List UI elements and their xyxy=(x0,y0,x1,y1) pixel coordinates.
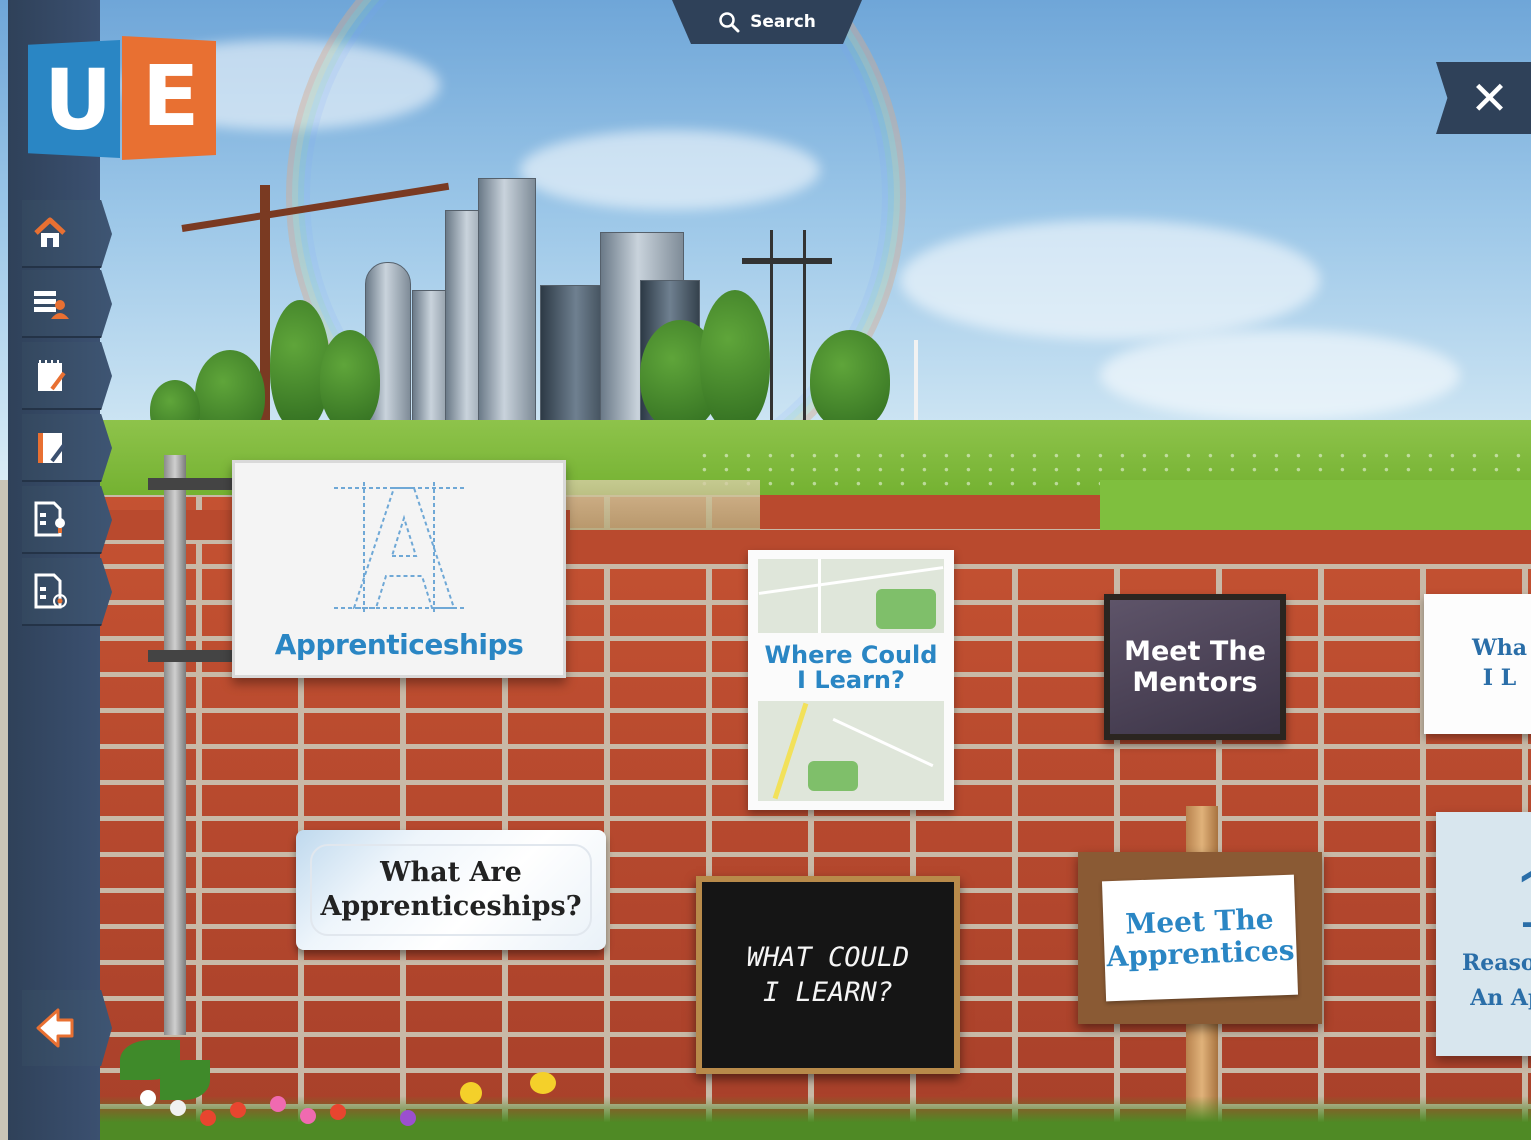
dirt-path xyxy=(560,480,760,530)
sidebar-item-notes[interactable] xyxy=(22,414,112,482)
map-park xyxy=(808,761,858,792)
map-image-bottom xyxy=(758,701,944,802)
flower xyxy=(140,1090,156,1106)
flower xyxy=(530,1072,556,1094)
flower xyxy=(330,1104,346,1120)
close-button[interactable]: ✕ xyxy=(1436,62,1531,134)
where-line-2: I Learn? xyxy=(797,666,905,694)
what-could-i-learn-chalkboard[interactable]: WHAT COULD I LEARN? xyxy=(696,876,960,1074)
building xyxy=(478,178,536,432)
profile-icon xyxy=(34,291,69,319)
document-target-icon xyxy=(34,573,67,609)
what-i-label: Wha I L xyxy=(1472,634,1527,693)
back-button[interactable] xyxy=(22,990,112,1066)
grass-behind-wall xyxy=(1100,480,1531,530)
where-could-i-learn-sign[interactable]: Where Could I Learn? xyxy=(748,550,954,810)
mentors-line-2: Mentors xyxy=(1132,667,1258,698)
sign-bracket xyxy=(148,650,232,662)
search-label: Search xyxy=(750,12,816,32)
ue-logo[interactable]: U E xyxy=(28,36,218,162)
home-icon xyxy=(34,217,66,247)
cloud xyxy=(900,220,1320,340)
map-image-top xyxy=(758,558,944,633)
logo-letter-u: U xyxy=(44,51,113,149)
sign-bracket xyxy=(148,478,232,490)
mentors-line-1: Meet The xyxy=(1124,635,1266,667)
what-are-apprenticeships-sign[interactable]: What Are Apprenticeships? xyxy=(296,830,606,950)
reasons-line-1: Reason xyxy=(1462,949,1531,976)
meet-the-apprentices-sign[interactable]: Meet The Apprentices xyxy=(1078,852,1322,1024)
document-idea-icon xyxy=(34,501,65,537)
what-i-line-1: Wha xyxy=(1472,635,1527,662)
flower xyxy=(300,1108,316,1124)
apprentices-label: Meet The Apprentices xyxy=(1105,902,1296,974)
tree xyxy=(320,330,380,430)
edit-note-icon xyxy=(38,433,66,463)
cloud xyxy=(1100,330,1460,420)
flower xyxy=(170,1100,186,1116)
chalk-line-1: WHAT COULD xyxy=(746,941,910,973)
back-arrow-icon xyxy=(36,1008,74,1048)
logo-letter-e: E xyxy=(142,47,200,145)
apprentices-card: Meet The Apprentices xyxy=(1101,874,1299,1002)
reasons-label: Reason An Ap xyxy=(1462,946,1531,1016)
map-road xyxy=(832,718,934,768)
search-icon xyxy=(719,12,740,33)
sidebar-item-home[interactable] xyxy=(22,200,112,268)
chalk-line-2: I LEARN? xyxy=(762,977,894,1008)
apprenticeships-label: Apprenticeships xyxy=(274,627,524,661)
close-icon: ✕ xyxy=(1470,71,1509,125)
map-road xyxy=(818,558,821,633)
mast-platform xyxy=(742,258,832,264)
what-i-line-2: I L xyxy=(1482,665,1517,691)
sidebar-item-notepad[interactable] xyxy=(22,342,112,410)
reasons-sign-partial[interactable]: 1 Reason An Ap xyxy=(1436,812,1531,1056)
map-road-highlight xyxy=(772,702,809,800)
leaf xyxy=(160,1060,210,1100)
chalkboard-label: WHAT COULD I LEARN? xyxy=(747,940,910,1010)
map-park xyxy=(876,588,936,629)
where-could-i-learn-label: Where Could I Learn? xyxy=(764,640,938,694)
flower xyxy=(200,1110,216,1126)
tree xyxy=(700,290,770,430)
what-are-line-2: Apprenticeships? xyxy=(320,891,582,922)
sidebar-item-profile[interactable] xyxy=(22,270,112,338)
sidebar-item-ideas[interactable] xyxy=(22,486,112,554)
flower xyxy=(400,1110,416,1126)
meet-the-mentors-sign[interactable]: Meet The Mentors xyxy=(1104,594,1286,740)
apprenticeships-sign[interactable]: Apprenticeships xyxy=(232,460,566,678)
reasons-line-2: An Ap xyxy=(1470,985,1531,1011)
where-line-1: Where Could xyxy=(764,640,938,669)
what-are-label: What Are Apprenticeships? xyxy=(320,856,581,924)
flower xyxy=(460,1082,482,1104)
flower-bed xyxy=(100,1020,580,1140)
apprentices-line-2: Apprentices xyxy=(1106,933,1296,974)
what-could-i-sign-partial[interactable]: Wha I L xyxy=(1424,594,1531,734)
notepad-icon xyxy=(38,360,66,391)
sidebar-item-goals[interactable] xyxy=(22,558,112,626)
apprenticeships-scene: Apprenticeships Where Could I Learn? Mee… xyxy=(0,0,1531,1140)
blueprint-a-icon xyxy=(334,481,464,614)
flower xyxy=(270,1096,286,1112)
what-are-line-1: What Are xyxy=(380,857,522,889)
flower xyxy=(230,1102,246,1118)
mentors-label: Meet The Mentors xyxy=(1124,636,1266,698)
search-button[interactable]: Search xyxy=(672,0,862,44)
tree xyxy=(810,330,890,430)
wall-top-bricks xyxy=(560,530,1531,568)
signpost-pole xyxy=(164,455,186,1035)
reasons-number: 1 xyxy=(1512,852,1531,946)
